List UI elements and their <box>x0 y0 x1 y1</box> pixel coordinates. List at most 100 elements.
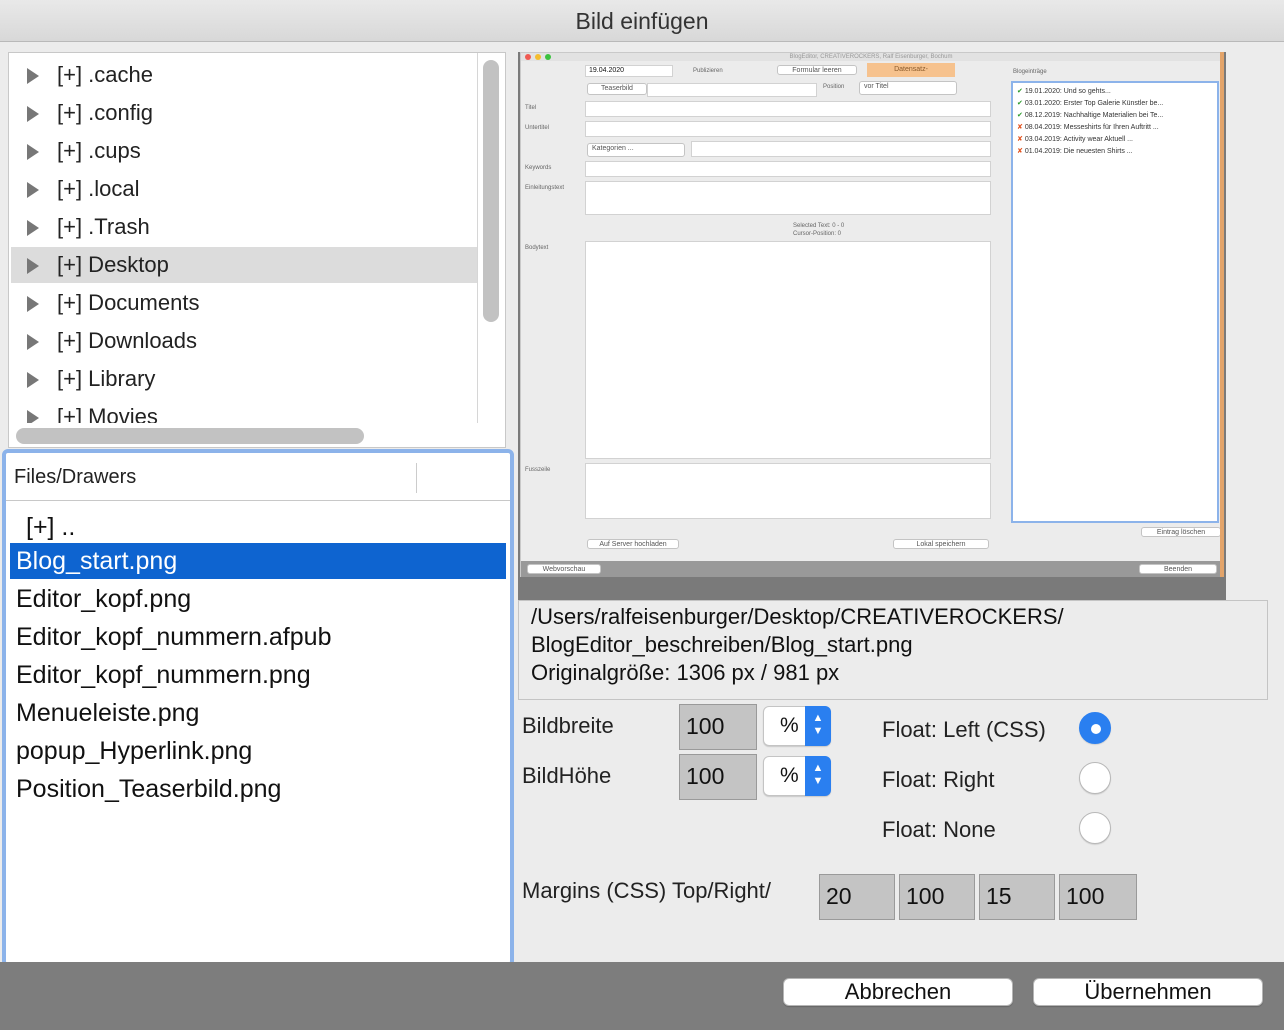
tree-item-library[interactable]: [+] Library <box>11 361 477 397</box>
minimize-dot-icon <box>535 54 541 60</box>
disclosure-triangle-icon[interactable] <box>27 144 39 160</box>
preview-entry-text: 08.12.2019: Nachhaltige Materialien bei … <box>1024 112 1164 119</box>
disclosure-triangle-icon[interactable] <box>27 334 39 350</box>
files-column-header[interactable]: Files/Drawers <box>6 453 510 501</box>
preview-formular-leeren: Formular leeren <box>777 65 857 75</box>
preview-window: BlogEditor, CREATIVEROCKERS, Ralf Eisenb… <box>520 52 1222 577</box>
cross-icon: ✘ <box>1017 136 1023 143</box>
tree-item-label: [+] .cups <box>57 138 141 163</box>
margin-bottom-input[interactable]: 15 <box>979 874 1055 920</box>
tree-item-cache[interactable]: [+] .cache <box>11 57 477 93</box>
disclosure-triangle-icon[interactable] <box>27 372 39 388</box>
preview-entry: ✔ 19.01.2020: Und so gehts... <box>1017 87 1111 95</box>
chevron-updown-icon[interactable]: ▲ ▼ <box>805 706 831 746</box>
column-divider[interactable] <box>416 463 417 493</box>
margin-top-input[interactable]: 20 <box>819 874 895 920</box>
file-row-parent[interactable]: [+] .. <box>10 509 506 545</box>
preview-fusszeile-label: Fusszeile <box>525 467 551 473</box>
preview-auf-server: Auf Server hochladen <box>587 539 679 549</box>
unit-value: % <box>780 764 799 787</box>
image-info: /Users/ralfeisenburger/Desktop/CREATIVER… <box>518 600 1268 700</box>
preview-cursor-position: Cursor-Position: 0 <box>793 231 842 237</box>
disclosure-triangle-icon[interactable] <box>27 296 39 312</box>
bildhoehe-unit-select[interactable]: % ▲ ▼ <box>763 756 831 796</box>
tree-item-local[interactable]: [+] .local <box>11 171 477 207</box>
preview-entries-list: ✔ 19.01.2020: Und so gehts... ✔ 03.01.20… <box>1011 81 1219 523</box>
float-left-radio[interactable] <box>1079 712 1111 744</box>
margin-left-input[interactable]: 100 <box>1059 874 1137 920</box>
preview-fusszeile-field <box>585 463 991 519</box>
preview-untertitel-field <box>585 121 991 137</box>
tree-item-label: [+] .Trash <box>57 214 150 239</box>
preview-entry-text: 03.04.2019: Activity wear Aktuell ... <box>1024 136 1133 143</box>
file-row[interactable]: Editor_kopf_nummern.png <box>10 657 506 693</box>
tree-item-movies[interactable]: [+] Movies <box>11 399 477 423</box>
preview-lokal-speichern: Lokal speichern <box>893 539 989 549</box>
disclosure-triangle-icon[interactable] <box>27 410 39 423</box>
file-row[interactable]: Position_Teaserbild.png <box>10 771 506 807</box>
tree-item-label: [+] Library <box>57 366 156 391</box>
preview-entry: ✘ 08.04.2019: Messeshirts für Ihren Auft… <box>1017 123 1159 131</box>
preview-teaser-field <box>647 83 817 97</box>
tree-item-documents[interactable]: [+] Documents <box>11 285 477 321</box>
check-icon: ✔ <box>1017 112 1023 119</box>
preview-selected-text: Selected Text: 0 - 0 <box>793 223 845 229</box>
unit-value: % <box>780 714 799 737</box>
preview-eintrag-loeschen: Eintrag löschen <box>1141 527 1221 537</box>
margin-right-input[interactable]: 100 <box>899 874 975 920</box>
zoom-dot-icon <box>545 54 551 60</box>
check-icon: ✔ <box>1017 100 1023 107</box>
tree-item-label: [+] Movies <box>57 404 158 423</box>
bildhoehe-input[interactable]: 100 <box>679 754 757 800</box>
tree-item-config[interactable]: [+] .config <box>11 95 477 131</box>
close-dot-icon <box>525 54 531 60</box>
tree-vertical-scrollbar[interactable] <box>483 60 499 322</box>
chevron-updown-icon[interactable]: ▲ ▼ <box>805 756 831 796</box>
preview-position: Position <box>823 84 845 90</box>
image-preview: BlogEditor, CREATIVEROCKERS, Ralf Eisenb… <box>518 52 1226 600</box>
preview-webvorschau: Webvorschau <box>527 564 601 574</box>
disclosure-triangle-icon[interactable] <box>27 258 39 274</box>
preview-publizieren: Publizieren <box>693 68 723 74</box>
disclosure-triangle-icon[interactable] <box>27 106 39 122</box>
preview-entry-text: 01.04.2019: Die neuesten Shirts ... <box>1024 148 1133 155</box>
apply-button[interactable]: Übernehmen <box>1033 978 1263 1006</box>
disclosure-triangle-icon[interactable] <box>27 220 39 236</box>
tree-item-label: [+] Desktop <box>57 252 169 277</box>
tree-item-trash[interactable]: [+] .Trash <box>11 209 477 245</box>
file-row[interactable]: Editor_kopf_nummern.afpub <box>10 619 506 655</box>
bildhoehe-label: BildHöhe <box>522 763 612 788</box>
margins-label: Margins (CSS) Top/Right/ <box>522 878 772 903</box>
bildbreite-label: Bildbreite <box>522 713 614 738</box>
cancel-button[interactable]: Abbrechen <box>783 978 1013 1006</box>
preview-kategorien-field <box>691 141 991 157</box>
preview-datensatz: Datensatz- <box>867 63 955 77</box>
float-right-radio[interactable] <box>1079 762 1111 794</box>
dialog-footer: Abbrechen Übernehmen <box>0 962 1284 1030</box>
preview-bodytext-label: Bodytext <box>525 245 549 251</box>
preview-blogeintraege-label: Blogeinträge <box>1013 69 1047 75</box>
preview-date-field: 19.04.2020 <box>585 65 673 77</box>
original-size: Originalgröße: 1306 px / 981 px <box>531 660 840 685</box>
files-list[interactable]: Files/Drawers [+] .. Blog_start.png Edit… <box>2 449 514 967</box>
preview-entry-text: 08.04.2019: Messeshirts für Ihren Auftri… <box>1024 124 1159 131</box>
float-right-label: Float: Right <box>882 767 995 792</box>
bildbreite-input[interactable]: 100 <box>679 704 757 750</box>
bildbreite-unit-select[interactable]: % ▲ ▼ <box>763 706 831 746</box>
preview-keywords-field <box>585 161 991 177</box>
file-row[interactable]: popup_Hyperlink.png <box>10 733 506 769</box>
file-row-selected[interactable]: Blog_start.png <box>10 543 506 579</box>
disclosure-triangle-icon[interactable] <box>27 182 39 198</box>
tree-item-desktop[interactable]: [+] Desktop <box>11 247 477 283</box>
tree-divider <box>477 53 478 423</box>
disclosure-triangle-icon[interactable] <box>27 68 39 84</box>
tree-item-cups[interactable]: [+] .cups <box>11 133 477 169</box>
tree-item-downloads[interactable]: [+] Downloads <box>11 323 477 359</box>
preview-titlebar: BlogEditor, CREATIVEROCKERS, Ralf Eisenb… <box>521 53 1221 61</box>
float-none-radio[interactable] <box>1079 812 1111 844</box>
files-header-label: Files/Drawers <box>14 466 137 488</box>
file-row[interactable]: Editor_kopf.png <box>10 581 506 617</box>
tree-horizontal-scrollbar[interactable] <box>16 428 364 444</box>
file-row[interactable]: Menueleiste.png <box>10 695 506 731</box>
directory-tree[interactable]: [+] .cache [+] .config [+] .cups [+] .lo… <box>8 52 506 448</box>
